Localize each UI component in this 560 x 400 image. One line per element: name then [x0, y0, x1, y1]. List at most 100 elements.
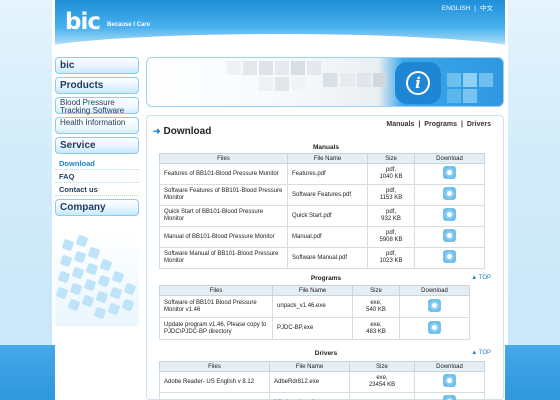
file-size-value: 1153 KB — [379, 195, 403, 201]
file-name: Software Features.pdf — [287, 184, 368, 206]
col-file-name: File Name — [287, 153, 368, 164]
file-type: exe, — [370, 299, 382, 306]
file-size: pdf, 1023 KB — [367, 247, 415, 269]
col-size: Size — [349, 361, 415, 372]
header-banner: i — [146, 57, 504, 107]
download-icon[interactable] — [443, 229, 456, 242]
download-cell — [399, 317, 470, 340]
file-size-value: 1040 KB — [379, 174, 403, 180]
page-title: ➜ Download — [153, 126, 211, 137]
lang-english-link[interactable]: ENGLISH — [442, 5, 471, 12]
file-type: exe, — [370, 321, 382, 328]
file-size-value: 23454 KB — [368, 382, 396, 388]
download-icon[interactable] — [443, 166, 456, 179]
sidebar-decoration — [55, 232, 139, 326]
table-header-row: Files File Name Size Download — [159, 285, 470, 296]
section-title-drivers: Drivers — [314, 350, 338, 357]
file-description: Software Features of BB101-Blood Pressur… — [159, 184, 288, 206]
col-file-name: File Name — [272, 285, 353, 296]
file-type: pdf, — [385, 209, 396, 215]
col-files: Files — [159, 361, 270, 372]
file-type: pdf, — [385, 251, 396, 257]
sidebar-item-contact[interactable]: Contact us — [55, 183, 139, 196]
file-size-value: 1023 KB — [379, 258, 403, 264]
drivers-table: Files File Name Size Download Adobe Read… — [159, 361, 485, 400]
section-links: Manuals | Programs | Drivers — [386, 121, 491, 128]
col-download: Download — [414, 153, 485, 164]
sidebar-item-products[interactable]: Products — [55, 77, 139, 94]
table-header-row: Files File Name Size Download — [159, 361, 485, 372]
table-row: Quick Start of BB101-Blood Pressure Moni… — [159, 205, 485, 227]
file-description: Manual of BB101-Blood Pressure Monitor — [159, 226, 288, 248]
info-icon: i — [406, 71, 430, 95]
file-size: exe, 23454 KB — [349, 371, 415, 393]
table-row: Adobe Reader- US English v 8.12 AdbeRdr81… — [159, 371, 485, 393]
download-icon[interactable] — [443, 250, 456, 263]
link-drivers[interactable]: Drivers — [467, 121, 491, 128]
download-icon[interactable] — [443, 208, 456, 221]
table-row: Software of BB101 Blood Pressure Monitor… — [159, 295, 470, 318]
info-badge: i — [395, 62, 441, 104]
download-cell — [414, 247, 485, 269]
file-description — [159, 392, 270, 400]
col-files: Files — [159, 153, 288, 164]
section-title-programs: Programs — [310, 275, 342, 282]
download-icon[interactable] — [428, 298, 441, 312]
col-file-name: File Name — [269, 361, 350, 372]
separator: | — [460, 121, 463, 128]
download-icon[interactable] — [443, 395, 456, 400]
content-area: Manuals | Programs | Drivers ➜ Download M… — [146, 115, 504, 400]
sidebar-item-bic[interactable]: bic — [55, 57, 139, 74]
sidebar-item-download[interactable]: Download — [55, 157, 139, 170]
col-size: Size — [352, 285, 400, 296]
page-side-right — [505, 0, 560, 400]
lang-chinese-link[interactable]: 中文 — [480, 5, 493, 12]
file-description: Adobe Reader- US English v 8.12 — [159, 371, 270, 393]
page-title-text: Download — [163, 126, 212, 137]
file-name: unpack_v1.46.exe — [272, 295, 353, 318]
file-description: Update program v1.46, Please copy to PJD… — [159, 317, 273, 340]
file-description: Software of BB101 Blood Pressure Monitor… — [159, 295, 273, 318]
file-size: pdf, 5908 KB — [367, 226, 415, 248]
download-icon[interactable] — [443, 187, 456, 200]
file-type: pdf, — [385, 188, 396, 194]
download-cell — [414, 205, 485, 227]
download-icon[interactable] — [443, 374, 456, 387]
download-cell — [399, 295, 470, 318]
file-name: PJDC-BP.exe — [272, 317, 353, 340]
table-row: Features of BB101-Blood Pressure Monitor… — [159, 163, 485, 185]
file-size-value: 5908 KB — [379, 237, 403, 243]
file-size-value: 483 KB — [366, 328, 386, 335]
file-size: exe — [349, 392, 415, 400]
site-logo[interactable]: bic — [65, 9, 101, 35]
download-icon[interactable] — [428, 320, 441, 334]
download-cell — [414, 226, 485, 248]
manuals-table: Files File Name Size Download Features o… — [159, 153, 485, 269]
sidebar-item-faq[interactable]: FAQ — [55, 170, 139, 183]
file-size: exe, 540 KB — [352, 295, 400, 318]
site-tagline: Because I Care — [107, 22, 151, 28]
sidebar-item-bp-software[interactable]: Blood Pressure Tracking Software — [55, 97, 139, 114]
file-description: Software Manual of BB101-Blood Pressure … — [159, 247, 288, 269]
table-row: Software Manual of BB101-Blood Pressure … — [159, 247, 485, 269]
download-cell — [414, 392, 485, 400]
programs-table: Files File Name Size Download Software o… — [159, 285, 470, 340]
link-manuals[interactable]: Manuals — [386, 121, 414, 128]
file-type: pdf, — [385, 167, 396, 173]
download-cell — [414, 163, 485, 185]
table-header-row: Files File Name Size Download — [159, 153, 485, 164]
separator: | — [418, 121, 421, 128]
download-cell — [414, 371, 485, 393]
file-size: pdf, 1153 KB — [367, 184, 415, 206]
table-row: WindowsInstallerexe — [159, 392, 485, 400]
section-title-manuals: Manuals — [312, 144, 339, 151]
sidebar-item-company[interactable]: Company — [55, 199, 139, 216]
file-description: Features of BB101-Blood Pressure Monitor — [159, 163, 288, 185]
file-name: Software Manual.pdf — [287, 247, 368, 269]
sidebar-item-health-info[interactable]: Health Information — [55, 117, 139, 134]
sidebar-item-service[interactable]: Service — [55, 137, 139, 154]
col-download: Download — [414, 361, 485, 372]
file-size: pdf, 1040 KB — [367, 163, 415, 185]
link-programs[interactable]: Programs — [424, 121, 457, 128]
file-name: WindowsInstaller — [269, 392, 350, 400]
